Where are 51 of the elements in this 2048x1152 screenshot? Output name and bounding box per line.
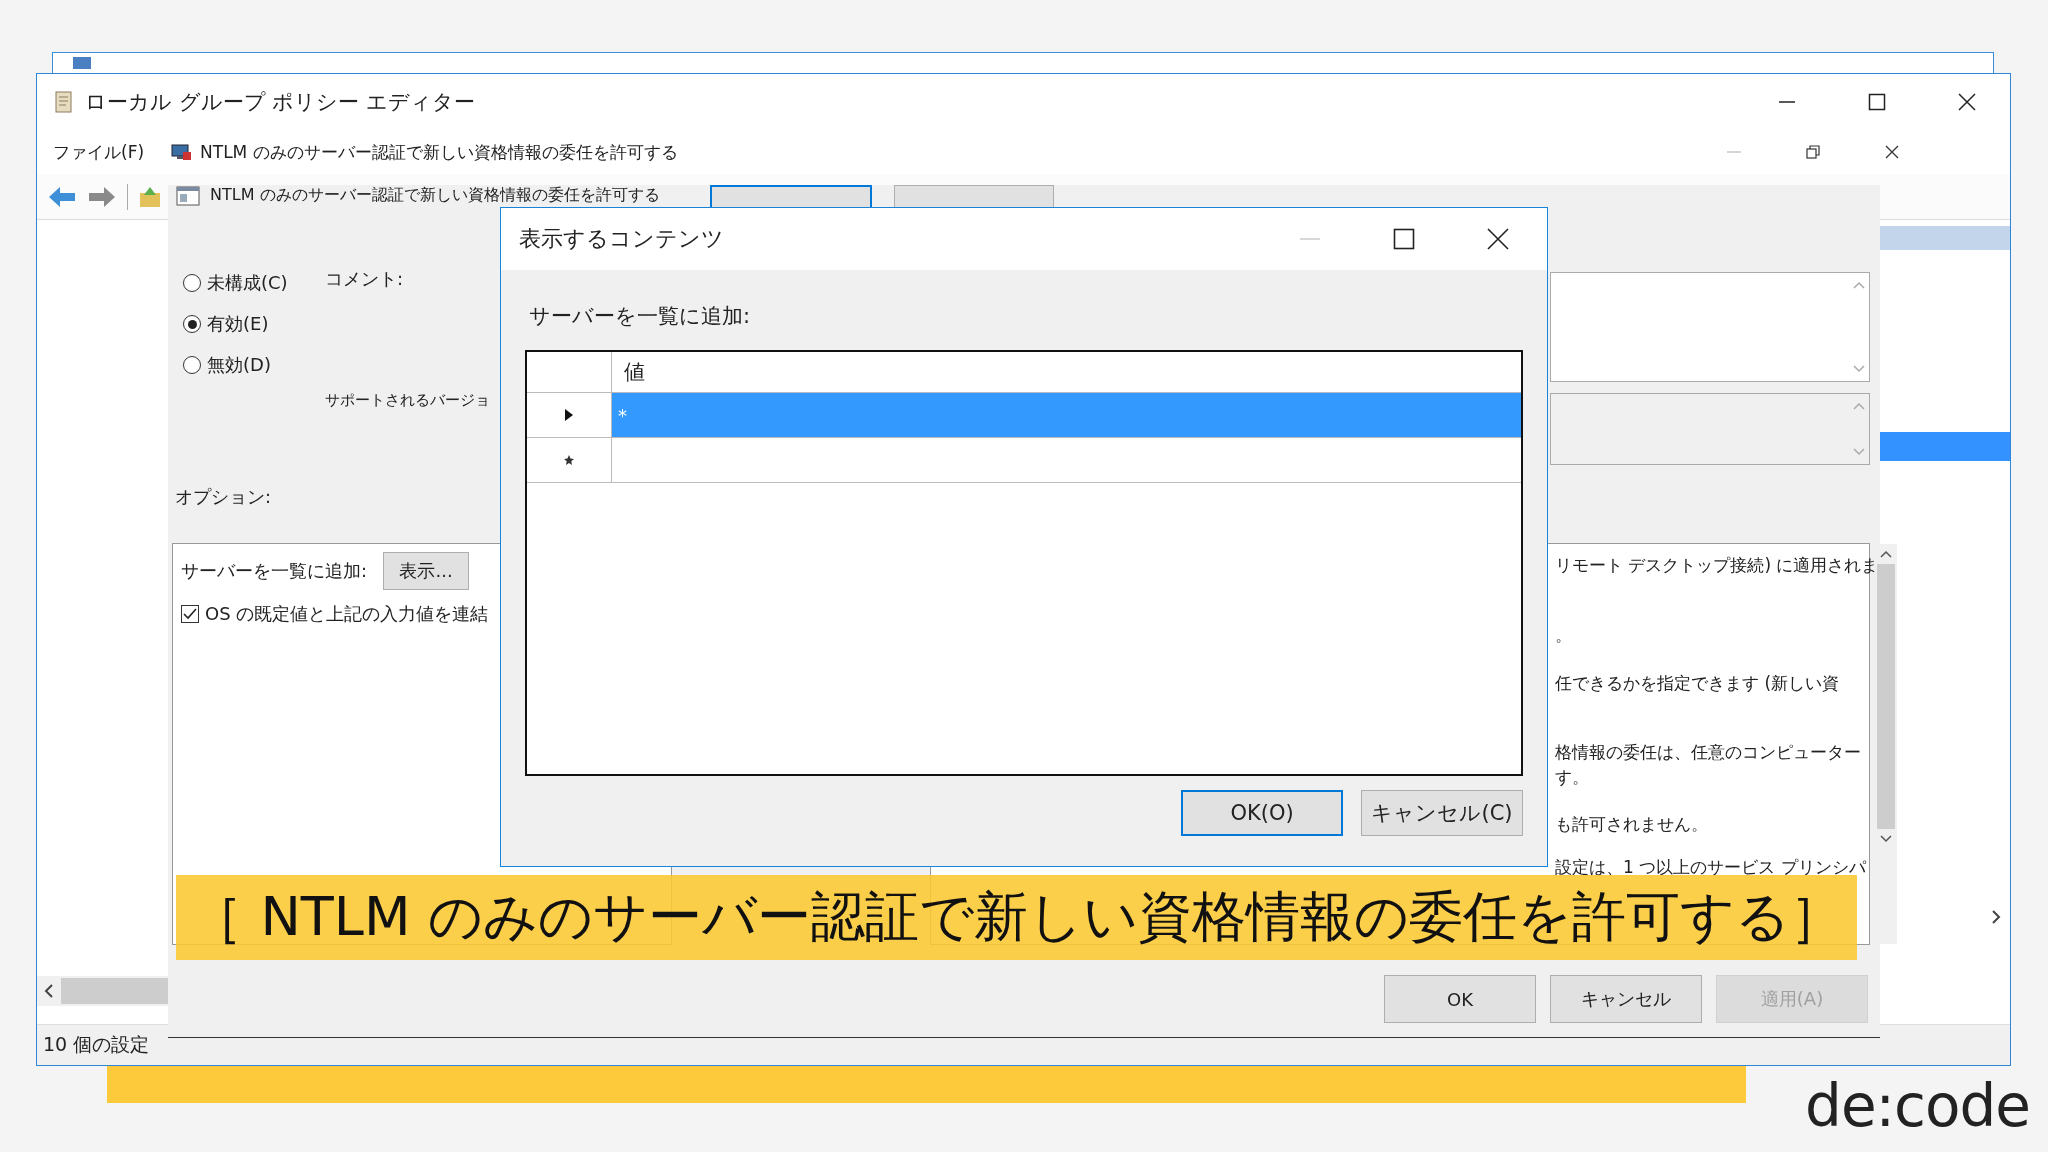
supported-label: サポートされるバージョ: [325, 391, 490, 410]
window-title: ローカル グループ ポリシー エディター: [85, 89, 476, 116]
dialog-title: NTLM のみのサーバー認証で新しい資格情報の委任を許可する: [210, 185, 660, 205]
settings-window-icon: [176, 185, 200, 207]
help-text: 格情報の委任は、任意のコンピューター: [1555, 741, 1861, 764]
close-icon[interactable]: [1884, 144, 1900, 160]
close-icon[interactable]: [1487, 228, 1509, 250]
checkbox-label: OS の既定値と上記の入力値を連結: [205, 602, 489, 626]
help-text: 設定は、1 つ以上のサービス プリンシパ: [1555, 856, 1866, 879]
help-text: リモート デスクトップ接続) に適用されま: [1555, 554, 1879, 577]
restore-icon[interactable]: [1805, 144, 1821, 160]
maximize-icon[interactable]: [1393, 228, 1415, 250]
dialog-button[interactable]: キャンセル(C): [1361, 790, 1523, 836]
dialog-button[interactable]: OK(O): [1181, 790, 1343, 836]
server-list-label: サーバーを一覧に追加:: [181, 559, 368, 583]
scroll-down-icon[interactable]: [1880, 835, 1892, 843]
scrollbar-thumb[interactable]: [1877, 564, 1895, 829]
child-window-title: NTLM のみのサーバー認証で新しい資格情報の委任を許可する: [200, 140, 678, 164]
caption-text: ［ NTLM のみのサーバー認証で新しい資格情報の委任を許可する］: [189, 884, 1844, 950]
menu-item[interactable]: ファイル(F): [53, 140, 145, 164]
show-button[interactable]: 表示...: [383, 552, 470, 590]
window-icon: [73, 57, 91, 69]
help-text: す。: [1555, 766, 1589, 789]
scroll-icon: [53, 90, 75, 114]
forward-arrow-icon[interactable]: [87, 184, 117, 209]
dialog-button[interactable]: キャンセル: [1550, 975, 1702, 1023]
scroll-up-icon[interactable]: [1880, 550, 1892, 558]
list-label: サーバーを一覧に追加:: [529, 303, 752, 330]
computer-icon: [170, 143, 193, 161]
dialog-button[interactable]: OK: [1384, 975, 1536, 1023]
options-label: オプション:: [175, 485, 272, 509]
checkbox[interactable]: [181, 605, 199, 623]
help-text: も許可されません。: [1555, 813, 1708, 836]
scrollbar[interactable]: [37, 976, 169, 1006]
logo: de:code: [1805, 1072, 2030, 1140]
radio-button[interactable]: 未構成(C): [183, 271, 288, 295]
comment-label: コメント:: [325, 267, 404, 291]
help-text: 任できるかを指定できます (新しい資: [1555, 672, 1840, 695]
status-text: 10 個の設定: [43, 1032, 150, 1057]
new-row-icon: [564, 455, 574, 465]
row-pointer-icon: [564, 408, 574, 422]
back-arrow-icon[interactable]: [47, 184, 77, 209]
scroll-right-icon[interactable]: [1990, 910, 2002, 924]
radio-button[interactable]: 有効(E): [183, 312, 288, 336]
column-header[interactable]: 値: [612, 352, 1521, 392]
maximize-icon[interactable]: [1868, 93, 1886, 111]
scroll-left-icon[interactable]: [43, 984, 55, 998]
close-icon[interactable]: [1958, 93, 1976, 111]
dialog-title: 表示するコンテンツ: [519, 225, 724, 253]
help-text: 。: [1555, 624, 1572, 647]
radio-button[interactable]: 無効(D): [183, 353, 288, 377]
